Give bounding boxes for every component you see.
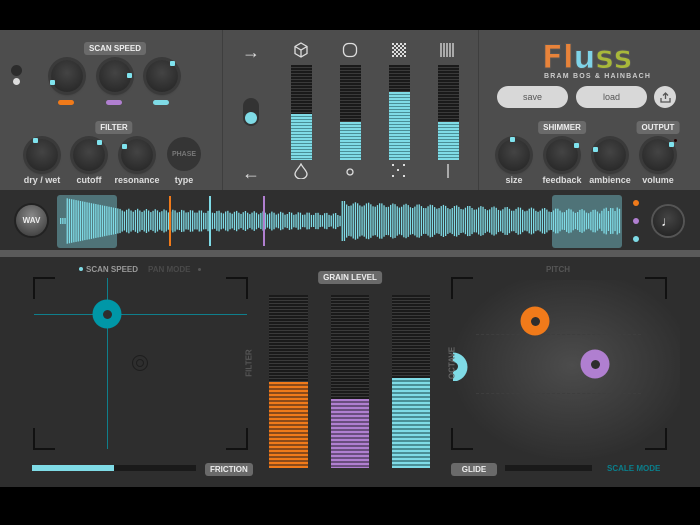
shimmer-label: SHIMMER bbox=[538, 121, 586, 134]
voice-color-purple bbox=[106, 100, 122, 105]
direction-toggle[interactable] bbox=[243, 98, 259, 126]
share-icon bbox=[659, 91, 671, 103]
scan-speed-label: SCAN SPEED bbox=[83, 42, 147, 55]
load-button[interactable]: load bbox=[576, 86, 647, 108]
voice-dot-orange[interactable] bbox=[633, 200, 639, 206]
line-icon bbox=[446, 163, 450, 183]
filter-label: FILTER bbox=[95, 121, 133, 134]
filter-type-button[interactable]: PHASE bbox=[167, 137, 201, 171]
voice-dot-purple[interactable] bbox=[633, 218, 639, 224]
share-button[interactable] bbox=[654, 86, 676, 108]
dry-wet-label: dry / wet bbox=[23, 175, 61, 185]
mode-indicator-dark[interactable] bbox=[11, 65, 22, 76]
envelope-meter-2[interactable] bbox=[340, 65, 361, 160]
playhead-cyan[interactable] bbox=[209, 196, 211, 246]
waveform[interactable] bbox=[0, 190, 700, 250]
scan-speed-dot bbox=[79, 267, 83, 271]
ambience-knob[interactable] bbox=[593, 139, 626, 171]
ambience-label: ambience bbox=[589, 175, 631, 185]
envelope-meter-3[interactable] bbox=[389, 65, 410, 160]
save-button[interactable]: save bbox=[497, 86, 568, 108]
divider bbox=[478, 30, 479, 190]
grain-meter-cyan[interactable] bbox=[392, 295, 430, 468]
mode-indicator-light[interactable] bbox=[13, 78, 20, 85]
feedback-label: feedback bbox=[542, 175, 582, 185]
voice-color-orange bbox=[58, 100, 74, 105]
feedback-knob[interactable] bbox=[546, 139, 579, 171]
voice-dot-cyan[interactable] bbox=[633, 236, 639, 242]
octave-axis-label: OCTAVE bbox=[447, 346, 457, 380]
credit: BRAM BOS & HAINBACH bbox=[544, 73, 652, 80]
envelope-meter-4[interactable] bbox=[438, 65, 459, 160]
center-target-icon bbox=[132, 355, 148, 371]
volume-label: volume bbox=[642, 175, 674, 185]
separator bbox=[0, 250, 700, 257]
cutoff-knob[interactable] bbox=[73, 139, 105, 171]
scan-speed-knob-3[interactable] bbox=[146, 60, 178, 92]
pan-mode-dot bbox=[198, 268, 201, 271]
resonance-knob[interactable] bbox=[121, 139, 153, 171]
scan-speed-mode[interactable]: SCAN SPEED bbox=[86, 265, 138, 274]
pitch-label: PITCH bbox=[546, 265, 570, 274]
pan-mode[interactable]: PAN MODE bbox=[148, 265, 191, 274]
divider bbox=[222, 30, 223, 190]
checker-icon bbox=[392, 43, 406, 61]
scan-speed-knob-2[interactable] bbox=[99, 60, 132, 92]
playhead-orange[interactable] bbox=[169, 196, 171, 246]
grain-meter-purple[interactable] bbox=[331, 295, 369, 468]
clip-indicator bbox=[674, 139, 677, 142]
fluss-logo: Fluss bbox=[542, 38, 633, 77]
rounded-square-icon bbox=[342, 42, 358, 62]
scan-puck[interactable] bbox=[92, 299, 122, 329]
size-label: size bbox=[505, 175, 523, 185]
drop-icon bbox=[294, 162, 308, 183]
cutoff-label: cutoff bbox=[76, 175, 102, 185]
svg-text:Fluss: Fluss bbox=[542, 38, 632, 72]
voice-color-cyan bbox=[153, 100, 169, 105]
arrow-right-icon[interactable]: → bbox=[242, 43, 260, 61]
glide-slider[interactable] bbox=[505, 465, 592, 471]
resonance-label: resonance bbox=[114, 175, 160, 185]
output-label: OUTPUT bbox=[636, 121, 680, 134]
friction-slider[interactable] bbox=[32, 465, 196, 471]
glide-label: GLIDE bbox=[451, 463, 497, 476]
volume-knob[interactable] bbox=[642, 139, 674, 171]
bars-icon bbox=[440, 43, 456, 61]
dots-icon bbox=[392, 164, 406, 182]
grain-level-label: GRAIN LEVEL bbox=[318, 271, 382, 284]
type-label: type bbox=[174, 175, 194, 185]
small-circle-icon bbox=[345, 165, 355, 181]
note-icon[interactable]: ♩ bbox=[653, 206, 683, 236]
cube-icon bbox=[293, 42, 309, 62]
size-knob[interactable] bbox=[498, 137, 530, 171]
friction-label: FRICTION bbox=[205, 463, 253, 476]
playhead-purple[interactable] bbox=[263, 196, 265, 246]
pitch-puck-purple[interactable] bbox=[580, 349, 610, 379]
grain-meter-orange[interactable] bbox=[269, 295, 308, 468]
pitch-puck-orange[interactable] bbox=[520, 306, 550, 336]
dry-wet-knob[interactable] bbox=[26, 138, 58, 171]
arrow-left-icon[interactable]: ← bbox=[242, 164, 260, 182]
filter-axis-label: FILTER bbox=[244, 349, 254, 377]
scan-speed-knob-1[interactable] bbox=[50, 60, 83, 92]
envelope-meter-1[interactable] bbox=[291, 65, 312, 160]
pitch-xy-pad[interactable] bbox=[451, 277, 667, 450]
scale-mode-button[interactable]: SCALE MODE bbox=[607, 464, 660, 473]
